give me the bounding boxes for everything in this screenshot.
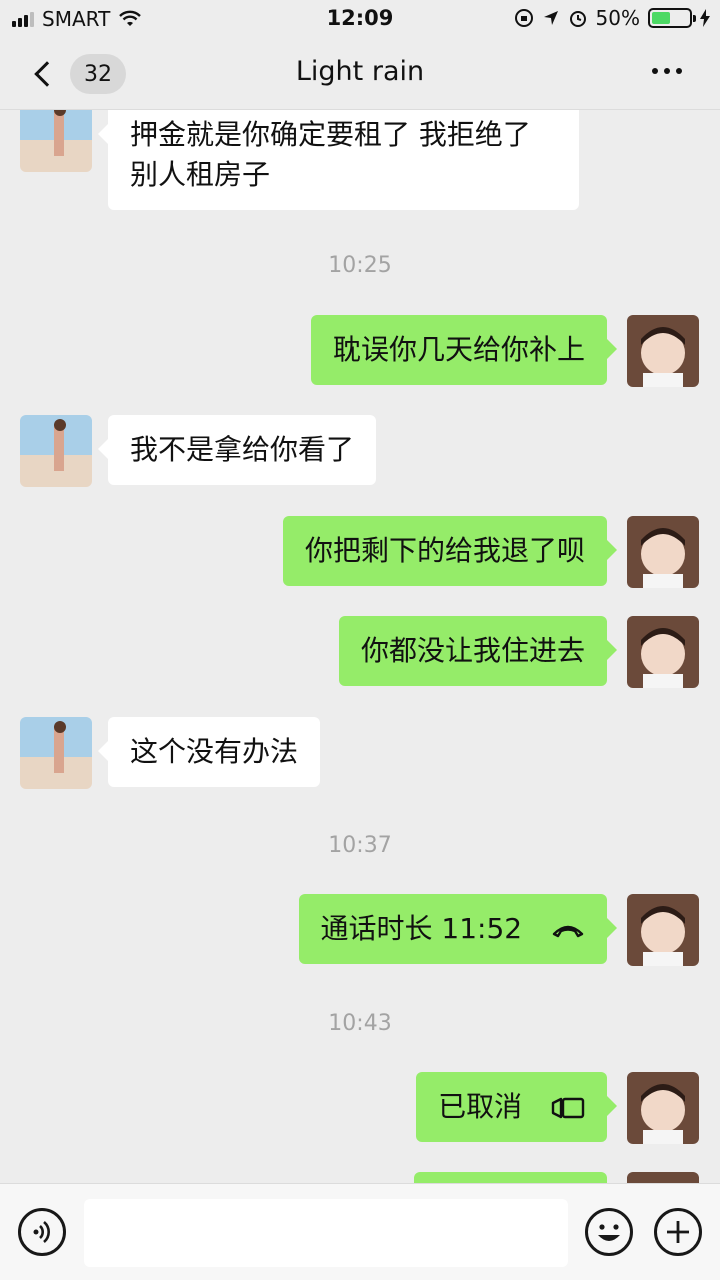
battery-percent: 50% — [595, 6, 640, 30]
message-text: 耽误你几天给你补上 — [332, 333, 585, 366]
my-avatar[interactable] — [627, 894, 699, 966]
alarm-icon — [569, 11, 586, 27]
cancelled-call-bubble[interactable]: 已取消 — [416, 1072, 617, 1142]
chat-messages[interactable]: 押金就是你确定要租了 我拒绝了 别人租房子 10:25 耽误你几天给你补上 我不… — [0, 110, 720, 1183]
incoming-message-bubble[interactable]: 这个没有办法 — [97, 717, 321, 787]
emoji-icon — [598, 1224, 620, 1241]
location-icon — [543, 11, 558, 25]
incoming-message-bubble[interactable]: 押金就是你确定要租了 我拒绝了 别人租房子 — [98, 110, 579, 210]
outgoing-message-bubble[interactable]: 你把剩下的给我退了呗 — [282, 516, 618, 586]
plus-icon — [667, 1221, 689, 1243]
more-dots-icon[interactable] — [652, 68, 682, 74]
message-text: 押金就是你确定要租了 我拒绝了 — [130, 118, 531, 151]
chat-title: Light rain — [295, 56, 425, 87]
my-avatar[interactable] — [627, 1172, 699, 1183]
chat-input-bar — [0, 1183, 720, 1280]
message-text: 别人租房子 — [130, 158, 271, 191]
incoming-message-bubble[interactable]: 我不是拿给你看了 — [97, 415, 377, 485]
outgoing-message-bubble[interactable]: 耽误你几天给你补上 — [310, 315, 618, 385]
message-text: 已取消 — [438, 1090, 523, 1123]
plus-button[interactable] — [654, 1208, 702, 1256]
outgoing-message-bubble[interactable]: 你都没让我住进去 — [338, 616, 618, 686]
outgoing-message-bubble[interactable] — [414, 1172, 607, 1183]
message-text: 这个没有办法 — [130, 735, 299, 768]
timestamp: 10:43 — [328, 1011, 392, 1036]
voice-input-button[interactable] — [18, 1208, 66, 1256]
message-text: 你都没让我住进去 — [360, 634, 585, 667]
rotation-lock-icon — [514, 9, 533, 27]
my-avatar[interactable] — [627, 616, 699, 688]
my-avatar[interactable] — [627, 1072, 699, 1144]
charging-icon — [700, 9, 710, 27]
contact-avatar[interactable] — [20, 717, 92, 789]
video-call-icon — [551, 1097, 585, 1119]
phone-hangup-icon — [552, 925, 584, 938]
message-text: 我不是拿给你看了 — [130, 433, 355, 466]
timestamp: 10:25 — [328, 253, 392, 278]
contact-avatar[interactable] — [20, 110, 92, 172]
message-text: 你把剩下的给我退了呗 — [304, 534, 585, 567]
timestamp: 10:37 — [328, 833, 392, 858]
emoji-button[interactable] — [585, 1208, 633, 1256]
message-input[interactable] — [84, 1199, 568, 1267]
message-text: 通话时长 11:52 — [320, 912, 523, 945]
contact-avatar[interactable] — [20, 415, 92, 487]
my-avatar[interactable] — [627, 315, 699, 387]
nav-bar: 32 Light rain — [0, 38, 720, 110]
voice-input-icon — [33, 1221, 50, 1243]
my-avatar[interactable] — [627, 516, 699, 588]
call-duration-bubble[interactable]: 通话时长 11:52 — [298, 894, 617, 964]
battery-icon — [648, 8, 696, 28]
status-bar: SMART 12:09 50% — [0, 0, 720, 38]
status-right: 50% — [514, 6, 710, 30]
